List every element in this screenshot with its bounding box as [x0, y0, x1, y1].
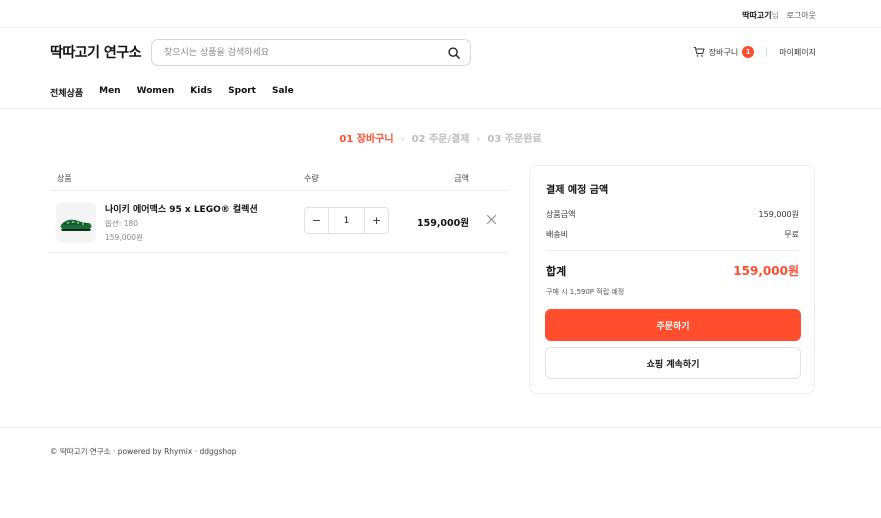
- top-utility-bar: 딱따고기님 로그아웃: [0, 0, 881, 28]
- search-box: [151, 39, 471, 66]
- item-total-price: 159,000원: [416, 218, 469, 229]
- cart-icon: [693, 47, 705, 57]
- shipping-value: 무료: [784, 230, 799, 239]
- subtotal-value: 159,000원: [758, 210, 799, 219]
- nav-item-kids[interactable]: Kids: [190, 86, 212, 99]
- mypage-link[interactable]: 마이페이지: [779, 47, 816, 58]
- nav-item-all[interactable]: 전체상품: [50, 86, 83, 99]
- header-amount: 금액: [454, 174, 469, 183]
- footer-text: © 딱따고기 연구소 · powered by Rhymix · ddggsho…: [50, 447, 237, 456]
- close-icon[interactable]: [485, 213, 498, 226]
- nav-item-sport[interactable]: Sport: [228, 86, 256, 99]
- footer-divider: [0, 427, 881, 428]
- shipping-label: 배송비: [546, 230, 569, 239]
- quantity-input[interactable]: [329, 208, 364, 233]
- site-logo[interactable]: 딱따고기 연구소: [50, 42, 142, 62]
- product-name[interactable]: 나이키 에어맥스 95 x LEGO® 컬렉션: [105, 202, 258, 215]
- user-greeting: 딱따고기님: [742, 10, 779, 21]
- step-separator: ›: [400, 134, 405, 145]
- header-divider: [766, 47, 768, 57]
- product-thumbnail[interactable]: [56, 202, 96, 242]
- header-product: 상품: [57, 174, 72, 183]
- table-row: 나이키 에어맥스 95 x LEGO® 컬렉션 옵션: 180 159,000원…: [50, 191, 508, 253]
- cart-table: 상품 수량 금액 나이키 에어맥스 95 x LEGO® 컬렉션 옵션: 180…: [50, 166, 508, 253]
- step-checkout: 02 주문/결제: [411, 134, 470, 145]
- summary-subtotal-row: 상품금액 159,000원: [546, 209, 799, 220]
- user-suffix: 님: [771, 11, 779, 20]
- subtotal-label: 상품금액: [546, 210, 576, 219]
- header-actions: 장바구니 1 마이페이지: [693, 45, 816, 59]
- summary-divider: [546, 250, 799, 251]
- search-icon[interactable]: [447, 46, 461, 60]
- product-option: 옵션: 180: [105, 219, 139, 228]
- quantity-decrease-button[interactable]: −: [305, 208, 329, 233]
- product-unit-price: 159,000원: [105, 233, 143, 242]
- sneaker-image: [60, 219, 92, 231]
- cart-label: 장바구니: [708, 47, 739, 57]
- nav-item-men[interactable]: Men: [99, 86, 120, 99]
- step-cart: 01 장바구니: [339, 134, 394, 145]
- search-input[interactable]: [164, 46, 434, 60]
- payment-summary-card: 결제 예정 금액 상품금액 159,000원 배송비 무료 합계 159,000…: [529, 165, 815, 394]
- cart-count-badge: 1: [742, 46, 755, 58]
- total-label: 합계: [546, 265, 567, 278]
- points-note: 구매 시 1,590P 적립 예정: [546, 288, 625, 296]
- header-quantity: 수량: [304, 174, 319, 183]
- quantity-increase-button[interactable]: +: [364, 208, 388, 233]
- step-separator: ›: [476, 134, 481, 145]
- order-button[interactable]: 주문하기: [545, 309, 801, 341]
- cart-link[interactable]: 장바구니 1: [693, 46, 755, 58]
- category-nav: 전체상품 Men Women Kids Sport Sale: [50, 86, 310, 99]
- checkout-steps: 01 장바구니 › 02 주문/결제 › 03 주문완료: [0, 130, 881, 145]
- nav-divider: [0, 108, 881, 109]
- table-header: 상품 수량 금액: [50, 166, 508, 191]
- summary-shipping-row: 배송비 무료: [546, 229, 799, 240]
- nav-item-sale[interactable]: Sale: [272, 86, 294, 99]
- continue-shopping-button[interactable]: 쇼핑 계속하기: [545, 347, 801, 379]
- logout-link[interactable]: 로그아웃: [787, 10, 816, 21]
- nav-item-women[interactable]: Women: [137, 86, 175, 99]
- quantity-stepper: − +: [304, 207, 389, 234]
- total-value: 159,000원: [733, 264, 799, 278]
- user-name: 딱따고기: [742, 11, 772, 20]
- summary-title: 결제 예정 금액: [546, 185, 609, 196]
- step-complete: 03 주문완료: [487, 134, 542, 145]
